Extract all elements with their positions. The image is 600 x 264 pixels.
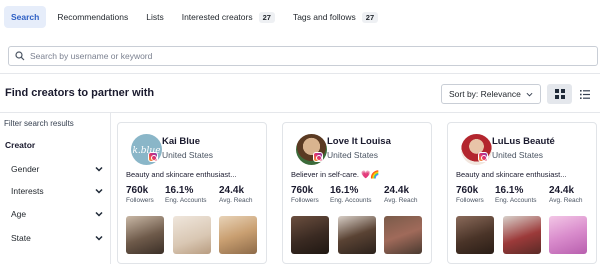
stat-value: 24.4k (549, 185, 575, 196)
sort-label: Sort by: Relevance (449, 89, 521, 99)
post-thumbnail[interactable] (173, 216, 211, 254)
stat-reach: 24.4k Avg. Reach (219, 185, 252, 204)
tab-lists[interactable]: Lists (139, 6, 170, 28)
post-thumbnail[interactable] (291, 216, 329, 254)
list-icon (579, 89, 590, 99)
count-badge: 27 (361, 11, 379, 23)
creator-bio: Beauty and skincare enthusiast... (456, 170, 567, 179)
post-thumbnail[interactable] (456, 216, 494, 254)
creator-location: United States (492, 150, 544, 160)
stat-engagement: 16.1% Eng. Accounts (330, 185, 372, 204)
list-view-button[interactable] (572, 84, 597, 104)
chevron-down-icon (95, 211, 103, 217)
sort-dropdown[interactable]: Sort by: Relevance (441, 84, 541, 104)
count-badge: 27 (258, 11, 275, 23)
filter-gender[interactable]: Gender (11, 162, 103, 176)
filter-age[interactable]: Age (11, 207, 103, 221)
post-thumbnail[interactable] (503, 216, 541, 254)
stat-value: 24.4k (384, 185, 410, 196)
view-toggle (547, 84, 597, 104)
divider (0, 73, 600, 74)
creator-bio: Beauty and skincare enthusiast... (126, 170, 237, 179)
filter-label: Interests (11, 186, 44, 196)
stat-label: Avg. Reach (384, 197, 418, 204)
filter-section-title: Creator (5, 140, 36, 150)
post-thumbnail[interactable] (126, 216, 164, 254)
chevron-down-icon (526, 92, 533, 96)
grid-view-button[interactable] (547, 84, 572, 104)
creator-name: LuLus Beauté (492, 136, 555, 147)
stat-label: Eng. Accounts (165, 197, 207, 204)
instagram-icon (313, 152, 323, 162)
post-thumbnail[interactable] (549, 216, 587, 254)
tab-bar: Search Recommendations Lists Interested … (4, 6, 389, 28)
instagram-icon (148, 152, 158, 162)
filter-label: State (11, 233, 31, 243)
stat-reach: 24.4k Avg. Reach (384, 185, 417, 204)
stat-followers: 760k Followers (126, 185, 154, 204)
instagram-icon (478, 152, 488, 162)
filter-state[interactable]: State (11, 231, 103, 245)
stat-label: Followers (291, 197, 319, 204)
filter-label: Gender (11, 164, 40, 174)
tab-recommendations[interactable]: Recommendations (50, 6, 135, 28)
divider (0, 112, 600, 113)
tab-label: Interested creators (181, 12, 253, 22)
page-title: Find creators to partner with (5, 87, 155, 99)
chevron-down-icon (95, 235, 103, 241)
search-icon (15, 51, 25, 61)
stat-value: 16.1% (330, 185, 359, 196)
stat-label: Eng. Accounts (495, 197, 537, 204)
stat-value: 24.4k (219, 185, 245, 196)
filter-interests[interactable]: Interests (11, 184, 103, 198)
stat-value: 16.1% (495, 185, 524, 196)
stat-followers: 760k Followers (291, 185, 319, 204)
chevron-down-icon (95, 188, 103, 194)
stat-value: 760k (456, 185, 479, 196)
stat-reach: 24.4k Avg. Reach (549, 185, 582, 204)
search-box[interactable] (8, 46, 598, 66)
grid-icon (554, 89, 565, 99)
stat-followers: 760k Followers (456, 185, 484, 204)
stat-label: Followers (126, 197, 154, 204)
search-input[interactable] (30, 51, 597, 61)
divider (110, 112, 111, 264)
tab-search[interactable]: Search (4, 6, 47, 28)
post-thumbnail[interactable] (219, 216, 257, 254)
tab-label: Lists (146, 12, 164, 22)
creator-location: United States (327, 150, 379, 160)
creator-name: Kai Blue (162, 136, 201, 147)
creator-bio: Believer in self-care. 💗🌈 (291, 170, 380, 179)
tab-label: Recommendations (57, 12, 129, 22)
stat-label: Avg. Reach (549, 197, 583, 204)
chevron-down-icon (95, 166, 103, 172)
post-thumbnail[interactable] (384, 216, 422, 254)
creator-card[interactable]: LuLus Beauté United States Beauty and sk… (447, 122, 597, 264)
creator-location: United States (162, 150, 214, 160)
post-thumbnail[interactable] (338, 216, 376, 254)
stat-label: Followers (456, 197, 484, 204)
tab-label: Search (11, 12, 40, 22)
creator-card[interactable]: k.blue Kai Blue United States Beauty and… (117, 122, 267, 264)
creator-name: Love It Louisa (327, 136, 391, 147)
tab-tags-and-follows[interactable]: Tags and follows 27 (286, 6, 385, 28)
tab-interested-creators[interactable]: Interested creators 27 (175, 6, 282, 28)
stat-label: Avg. Reach (219, 197, 253, 204)
stat-value: 760k (291, 185, 314, 196)
tab-label: Tags and follows (292, 12, 356, 22)
filter-heading: Filter search results (4, 119, 74, 128)
stat-value: 16.1% (165, 185, 194, 196)
creator-card[interactable]: Love It Louisa United States Believer in… (282, 122, 432, 264)
stat-value: 760k (126, 185, 149, 196)
stat-engagement: 16.1% Eng. Accounts (165, 185, 207, 204)
stat-label: Eng. Accounts (330, 197, 372, 204)
stat-engagement: 16.1% Eng. Accounts (495, 185, 537, 204)
filter-label: Age (11, 209, 27, 219)
